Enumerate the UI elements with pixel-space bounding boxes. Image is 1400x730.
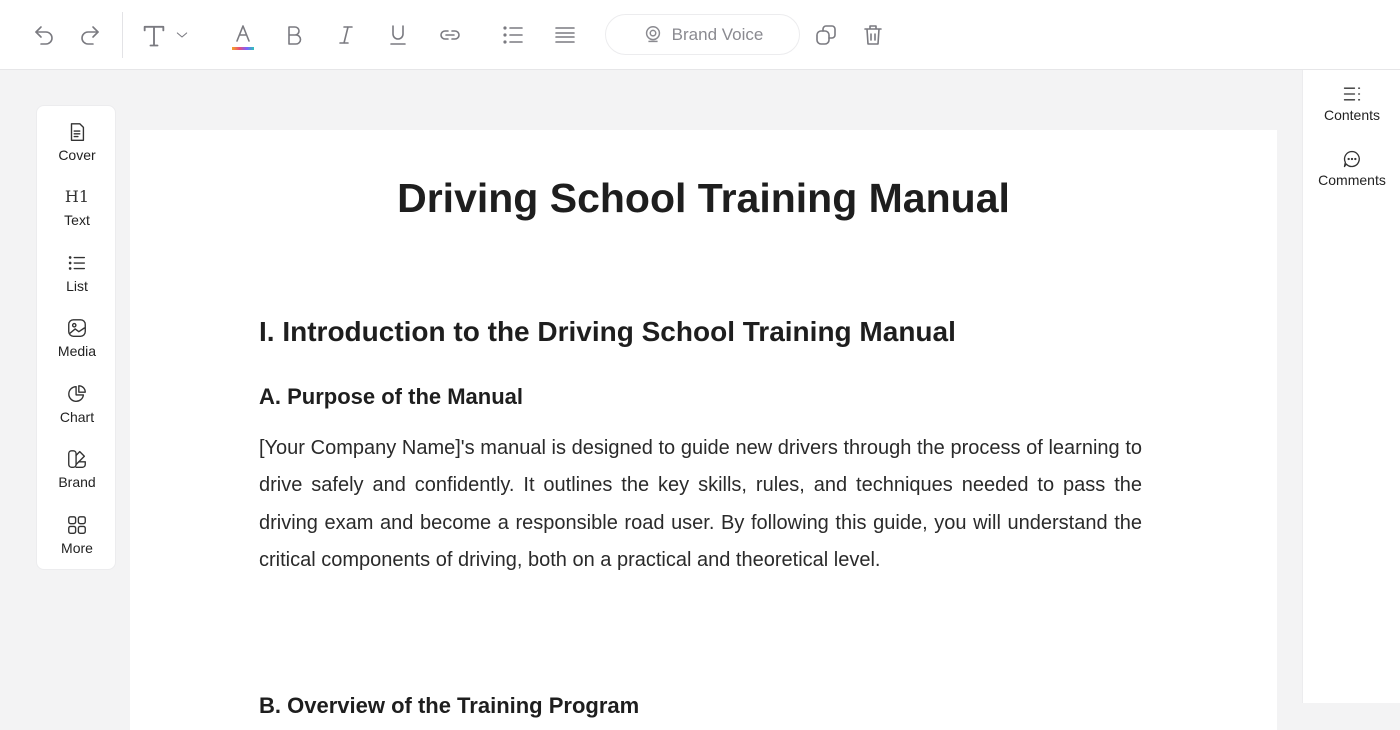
text-color-icon (236, 25, 250, 42)
comments-button[interactable]: Comments (1303, 149, 1400, 188)
link-icon (440, 30, 460, 40)
rail-item-more[interactable]: More (37, 512, 117, 568)
chevron-down-icon (176, 32, 188, 38)
rail-item-brand[interactable]: Brand (37, 446, 117, 502)
rail-item-label: Brand (58, 474, 96, 490)
comment-icon (1343, 150, 1360, 168)
rail-item-list[interactable]: List (37, 250, 117, 306)
text-color-button[interactable] (225, 17, 261, 53)
bold-icon (288, 26, 302, 45)
text-style-dropdown[interactable] (140, 17, 204, 53)
duplicate-icon (816, 25, 836, 45)
rail-item-chart[interactable]: Chart (37, 381, 117, 437)
trash-icon (864, 25, 882, 45)
undo-icon (35, 26, 53, 45)
heading-h1-icon: H1 (64, 187, 90, 206)
rail-item-label: Cover (58, 147, 96, 163)
insert-tool-rail: Cover H1 Text List Media Chart Brand Mor… (36, 105, 116, 570)
bullet-list-icon (503, 26, 523, 44)
right-side-panel: Contents Comments (1302, 70, 1400, 703)
comments-label: Comments (1318, 172, 1386, 188)
bullet-list-button[interactable] (495, 17, 531, 53)
bold-button[interactable] (276, 17, 312, 53)
align-justify-button[interactable] (547, 17, 583, 53)
rail-item-label: Chart (59, 409, 95, 425)
rail-item-cover[interactable]: Cover (37, 119, 117, 175)
editor-toolbar: Brand Voice (0, 0, 1400, 70)
subsection-heading[interactable]: A. Purpose of the Manual (259, 384, 523, 410)
brand-icon (68, 450, 86, 468)
image-icon (68, 319, 86, 337)
rail-item-media[interactable]: Media (37, 315, 117, 371)
italic-icon (339, 26, 353, 44)
contents-label: Contents (1323, 107, 1381, 123)
delete-button[interactable] (855, 17, 891, 53)
toolbar-divider (122, 12, 123, 58)
document-title[interactable]: Driving School Training Manual (130, 175, 1277, 222)
list-icon (68, 256, 86, 270)
grid-icon (68, 516, 86, 534)
text-type-icon (143, 25, 165, 47)
chart-icon (68, 385, 86, 402)
body-paragraph[interactable]: [Your Company Name]'s manual is designed… (259, 430, 1142, 579)
italic-button[interactable] (328, 17, 364, 53)
section-heading[interactable]: I. Introduction to the Driving School Tr… (259, 316, 956, 348)
rail-item-label: Media (57, 343, 97, 359)
rail-item-text[interactable]: H1 Text (37, 184, 117, 240)
next-subsection-heading[interactable]: B. Overview of the Training Program (259, 693, 639, 719)
brand-voice-label: Brand Voice (671, 24, 764, 44)
redo-icon (81, 26, 99, 45)
table-of-contents-icon (1343, 87, 1361, 101)
underline-button[interactable] (380, 17, 416, 53)
document-page[interactable]: Driving School Training Manual I. Introd… (130, 130, 1277, 730)
contents-button[interactable]: Contents (1303, 84, 1400, 123)
align-justify-icon (555, 27, 575, 43)
duplicate-button[interactable] (808, 17, 844, 53)
cover-icon (70, 123, 85, 141)
rail-item-label: More (61, 540, 93, 556)
brand-voice-icon (645, 25, 660, 42)
underline-icon (390, 25, 406, 45)
rail-item-label: Text (64, 212, 90, 228)
color-bar (232, 47, 254, 50)
undo-button[interactable] (26, 17, 62, 53)
link-button[interactable] (432, 17, 468, 53)
brand-voice-button[interactable]: Brand Voice (605, 14, 800, 55)
rail-item-label: List (66, 278, 88, 294)
redo-button[interactable] (72, 17, 108, 53)
